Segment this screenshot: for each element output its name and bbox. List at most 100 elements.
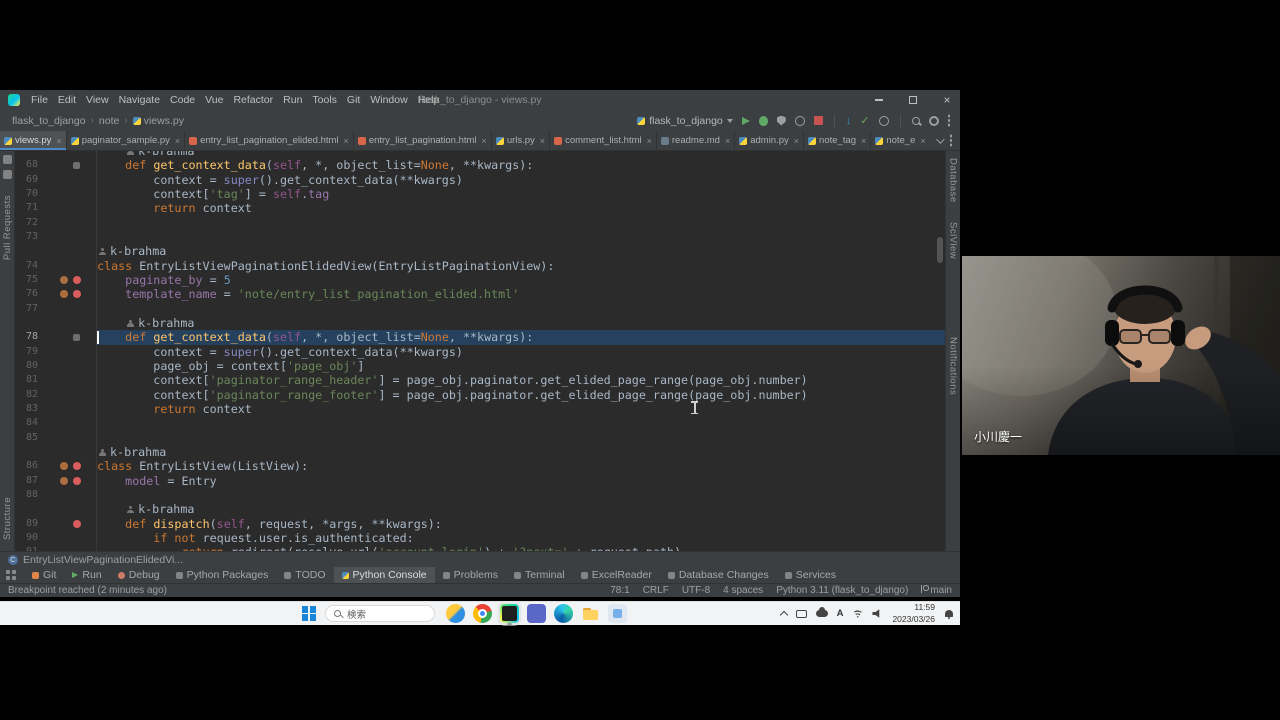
- code-editor[interactable]: k-brahma68 def get_context_data(self, *,…: [15, 151, 945, 551]
- debug-icon[interactable]: [759, 116, 768, 126]
- code-text[interactable]: [97, 302, 945, 316]
- menu-view[interactable]: View: [81, 90, 114, 110]
- breadcrumb-item[interactable]: note: [99, 115, 119, 127]
- gutter-cell[interactable]: 75: [15, 273, 97, 287]
- menu-file[interactable]: File: [26, 90, 53, 110]
- code-line[interactable]: 73: [15, 230, 945, 244]
- code-text[interactable]: def dispatch(self, request, *args, **kwa…: [97, 517, 945, 531]
- gutter-mark-icon[interactable]: [60, 462, 68, 470]
- editor-tab[interactable]: paginator_sample.py×: [67, 131, 185, 150]
- gutter-cell[interactable]: [15, 244, 97, 258]
- code-line[interactable]: 86class EntryListView(ListView):: [15, 459, 945, 473]
- gutter-cell[interactable]: 79: [15, 345, 97, 359]
- stop-icon[interactable]: [814, 116, 823, 125]
- inlay-hint-row[interactable]: k-brahma: [15, 244, 945, 258]
- taskbar-clock[interactable]: 11:59 2023/03/26: [892, 602, 935, 624]
- toolwindow-terminal[interactable]: Terminal: [506, 567, 573, 583]
- code-line[interactable]: 75 paginate_by = 5: [15, 273, 945, 287]
- chrome-icon[interactable]: [473, 604, 492, 623]
- code-text[interactable]: template_name = 'note/entry_list_paginat…: [97, 287, 945, 301]
- profiler-icon[interactable]: [795, 116, 805, 126]
- toolwindow-services[interactable]: Services: [777, 567, 844, 583]
- editor-tab[interactable]: note_tag×: [804, 131, 871, 150]
- cloud-icon[interactable]: [816, 610, 828, 617]
- close-tab-icon[interactable]: ×: [920, 136, 925, 146]
- commit-icon[interactable]: [860, 114, 869, 127]
- ime-icon[interactable]: A: [837, 608, 844, 619]
- code-text[interactable]: paginate_by = 5: [97, 273, 945, 287]
- close-tab-icon[interactable]: ×: [647, 136, 652, 146]
- code-text[interactable]: context['tag'] = self.tag: [97, 187, 945, 201]
- gutter-cell[interactable]: 77: [15, 302, 97, 316]
- menu-refactor[interactable]: Refactor: [228, 90, 278, 110]
- gutter-cell[interactable]: [15, 316, 97, 330]
- gutter-cell[interactable]: 90: [15, 531, 97, 545]
- code-text[interactable]: class EntryListView(ListView):: [97, 459, 945, 473]
- search-icon[interactable]: [912, 117, 920, 125]
- code-line[interactable]: 74class EntryListViewPaginationElidedVie…: [15, 259, 945, 273]
- editor-tab[interactable]: readme.md×: [657, 131, 735, 150]
- gutter-cell[interactable]: 85: [15, 431, 97, 445]
- gutter-cell[interactable]: 84: [15, 416, 97, 430]
- maximize-button[interactable]: [908, 90, 918, 110]
- code-line[interactable]: 77: [15, 302, 945, 316]
- wifi-icon[interactable]: [852, 609, 863, 618]
- close-tab-icon[interactable]: ×: [861, 136, 866, 146]
- code-line[interactable]: 76 template_name = 'note/entry_list_pagi…: [15, 287, 945, 301]
- editor-tab[interactable]: urls.py×: [492, 131, 550, 150]
- menu-run[interactable]: Run: [278, 90, 307, 110]
- notifications-bell-icon[interactable]: [944, 609, 954, 619]
- gutter-cell[interactable]: 81: [15, 373, 97, 387]
- file-encoding[interactable]: UTF-8: [682, 585, 710, 596]
- tool-stripe-label[interactable]: Notifications: [948, 337, 959, 395]
- gutter-mark-icon[interactable]: [60, 276, 68, 284]
- menu-vue[interactable]: Vue: [200, 90, 228, 110]
- run-icon[interactable]: [742, 117, 750, 125]
- close-button[interactable]: ×: [942, 90, 952, 110]
- code-text[interactable]: page_obj = context['page_obj']: [97, 359, 945, 373]
- gutter-cell[interactable]: 89: [15, 517, 97, 531]
- history-icon[interactable]: [879, 116, 889, 126]
- gutter-cell[interactable]: 80: [15, 359, 97, 373]
- code-text[interactable]: [97, 488, 945, 502]
- code-text[interactable]: return context: [97, 201, 945, 215]
- update-icon[interactable]: [846, 115, 852, 127]
- git-branch[interactable]: main: [921, 585, 952, 596]
- toolwindow-run[interactable]: Run: [64, 567, 109, 583]
- gutter-cell[interactable]: 82: [15, 388, 97, 402]
- caret-position[interactable]: 78:1: [610, 585, 629, 596]
- discord-icon[interactable]: [527, 604, 546, 623]
- menu-edit[interactable]: Edit: [53, 90, 81, 110]
- toolwindow-problems[interactable]: Problems: [435, 567, 506, 583]
- gutter-cell[interactable]: 74: [15, 259, 97, 273]
- scrollbar-thumb[interactable]: [937, 237, 943, 263]
- code-line[interactable]: 69 context = super().get_context_data(**…: [15, 173, 945, 187]
- tool-stripe-label[interactable]: SciView: [948, 222, 959, 259]
- code-text[interactable]: def get_context_data(self, *, object_lis…: [97, 330, 945, 344]
- code-line[interactable]: 68 def get_context_data(self, *, object_…: [15, 158, 945, 172]
- breakpoint-icon[interactable]: [73, 276, 81, 284]
- toolwindow-python-packages[interactable]: Python Packages: [168, 567, 277, 583]
- more-icon[interactable]: [948, 119, 951, 122]
- edge-icon[interactable]: [554, 604, 573, 623]
- editor-tab[interactable]: views.py×: [0, 131, 67, 150]
- toolwindow-database-changes[interactable]: Database Changes: [660, 567, 777, 583]
- close-tab-icon[interactable]: ×: [175, 136, 180, 146]
- code-text[interactable]: context = super().get_context_data(**kwa…: [97, 173, 945, 187]
- menu-window[interactable]: Window: [365, 90, 412, 110]
- breadcrumb-item[interactable]: views.py: [133, 115, 184, 127]
- code-line[interactable]: 90 if not request.user.is_authenticated:: [15, 531, 945, 545]
- code-text[interactable]: context['paginator_range_footer'] = page…: [97, 388, 945, 402]
- gutter-cell[interactable]: 69: [15, 173, 97, 187]
- gutter-cell[interactable]: 87: [15, 474, 97, 488]
- menu-code[interactable]: Code: [165, 90, 200, 110]
- inlay-hint-row[interactable]: k-brahma: [15, 151, 945, 158]
- code-text[interactable]: return context: [97, 402, 945, 416]
- close-tab-icon[interactable]: ×: [725, 136, 730, 146]
- gutter-cell[interactable]: 72: [15, 216, 97, 230]
- toolwindow-git[interactable]: Git: [24, 567, 64, 583]
- pycharm-icon[interactable]: [500, 604, 519, 623]
- code-text[interactable]: class EntryListViewPaginationElidedView(…: [97, 259, 945, 273]
- code-line[interactable]: 80 page_obj = context['page_obj']: [15, 359, 945, 373]
- gutter-cell[interactable]: 68: [15, 158, 97, 172]
